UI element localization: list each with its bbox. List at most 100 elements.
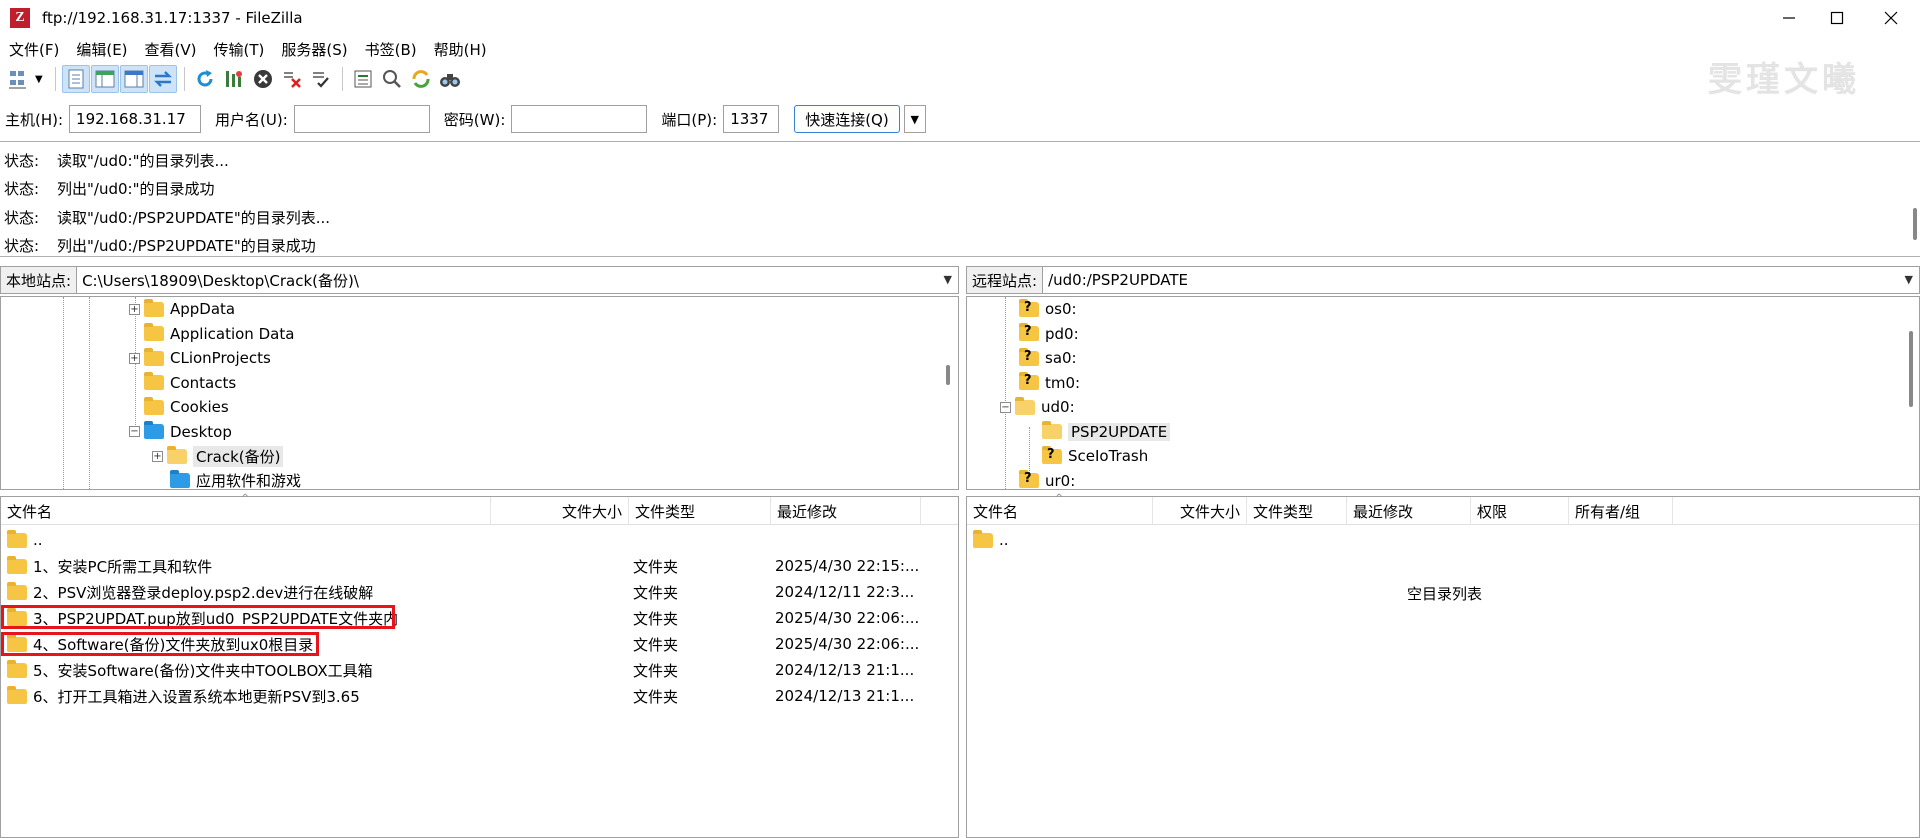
refresh-button[interactable]	[191, 65, 219, 93]
tree-node-label: os0:	[1045, 300, 1077, 318]
folder-icon	[144, 298, 164, 317]
expand-icon[interactable]: +	[129, 352, 140, 364]
remote-directory-tree[interactable]: os0: pd0: sa0: tm0: − ud0: PSP2UPDATE Sc…	[966, 296, 1920, 490]
unknown-folder-icon	[1019, 323, 1039, 341]
remote-file-list[interactable]: 文件名 ^ 文件大小 文件类型 最近修改 权限 所有者/组 .. 空目录列表	[966, 493, 1920, 838]
tree-node-sceiotrash[interactable]: SceIoTrash	[1042, 444, 1148, 468]
tree-node-sa0[interactable]: sa0:	[1019, 346, 1077, 370]
remote-column-filetype[interactable]: 文件类型	[1247, 497, 1347, 525]
reconnect-button[interactable]	[307, 65, 335, 93]
search-remote-button[interactable]	[436, 65, 464, 93]
menu-bar: 文件(F) 编辑(E) 查看(V) 传输(T) 服务器(S) 书签(B) 帮助(…	[0, 36, 1920, 62]
folder-icon	[144, 323, 164, 341]
unknown-folder-icon	[1019, 298, 1039, 317]
collapse-icon[interactable]: −	[1000, 401, 1011, 413]
log-message: 列出"/ud0:"的目录成功	[57, 180, 215, 199]
menu-transfer[interactable]: 传输(T)	[214, 39, 265, 60]
remote-column-filename[interactable]: 文件名 ^	[967, 493, 1153, 525]
local-tree-scrollbar[interactable]	[946, 365, 950, 385]
tree-node-contacts[interactable]: Contacts	[144, 371, 236, 395]
tree-node-application-data[interactable]: Application Data	[144, 322, 294, 346]
list-item[interactable]: ..	[973, 527, 1009, 553]
local-path-combobox[interactable]: C:\Users\18909\Desktop\Crack(备份)\ ▼	[77, 266, 959, 294]
tree-node-appdata[interactable]: + AppData	[129, 297, 235, 321]
list-item[interactable]: 5、安装Software(备份)文件夹中TOOLBOX工具箱 文件夹 2024/…	[7, 657, 925, 683]
close-button[interactable]	[1862, 0, 1920, 36]
port-input[interactable]	[723, 105, 780, 133]
tree-node-os0[interactable]: os0:	[1019, 297, 1077, 321]
local-column-filesize[interactable]: 文件大小	[491, 497, 629, 525]
menu-view[interactable]: 查看(V)	[145, 39, 197, 60]
expand-icon[interactable]: +	[129, 303, 140, 315]
site-manager-dropdown-icon[interactable]: ▼	[35, 74, 43, 85]
disconnect-icon	[283, 72, 301, 88]
folder-open-icon	[167, 445, 187, 464]
collapse-icon[interactable]: −	[129, 426, 140, 437]
folder-open-icon	[1042, 421, 1062, 439]
tree-node-tm0[interactable]: tm0:	[1019, 371, 1080, 395]
tree-node-cookies[interactable]: Cookies	[144, 395, 229, 419]
menu-edit[interactable]: 编辑(E)	[76, 39, 127, 60]
folder-open-icon	[1015, 396, 1035, 415]
local-column-filename[interactable]: 文件名 ^	[1, 493, 491, 525]
site-manager-button[interactable]	[6, 65, 34, 93]
username-input[interactable]	[293, 105, 430, 133]
sync-browsing-button[interactable]	[407, 65, 435, 93]
tree-node-pd0[interactable]: pd0:	[1019, 322, 1079, 346]
chevron-down-icon[interactable]: ▼	[944, 273, 952, 286]
local-column-modified[interactable]: 最近修改	[771, 497, 921, 525]
tree-node-label: SceIoTrash	[1068, 447, 1149, 465]
tree-node-psp2update[interactable]: PSP2UPDATE	[1042, 420, 1171, 444]
host-input[interactable]	[69, 105, 202, 133]
tree-node-ud0[interactable]: − ud0:	[1000, 395, 1075, 419]
toggle-transfer-queue-button[interactable]	[148, 65, 177, 93]
local-directory-tree[interactable]: + AppData Application Data + CLionProjec…	[0, 296, 959, 490]
local-column-filetype[interactable]: 文件类型	[629, 497, 771, 525]
quickconnect-history-dropdown[interactable]: ▼	[903, 105, 926, 133]
list-item[interactable]: 2、PSV浏览器登录deploy.psp2.dev进行在线破解 文件夹 2024…	[7, 579, 925, 605]
title-bar: Z ftp://192.168.31.17:1337 - FileZilla	[0, 0, 1920, 36]
dir-compare-button[interactable]	[378, 65, 406, 93]
folder-icon	[144, 372, 164, 390]
toggle-log-button[interactable]	[61, 65, 90, 93]
toggle-remote-tree-button[interactable]	[119, 65, 148, 93]
list-item[interactable]: 6、打开工具箱进入设置系统本地更新PSV到3.65 文件夹 2024/12/13…	[7, 683, 925, 709]
toggle-local-tree-button[interactable]	[90, 65, 119, 93]
message-log[interactable]: 状态: 读取"/ud0:"的目录列表... 状态: 列出"/ud0:"的目录成功…	[0, 141, 1920, 257]
file-name: 1、安装PC所需工具和软件	[33, 557, 213, 576]
tree-node-ur0[interactable]: ur0:	[1019, 469, 1075, 489]
remote-column-modified[interactable]: 最近修改	[1347, 497, 1471, 525]
remote-column-owner[interactable]: 所有者/组	[1569, 497, 1673, 525]
disconnect-button[interactable]	[278, 65, 306, 93]
tree-node-crack-backup[interactable]: + Crack(备份)	[152, 444, 284, 468]
remote-column-filesize[interactable]: 文件大小	[1153, 497, 1247, 525]
filezilla-window: Z ftp://192.168.31.17:1337 - FileZilla 文…	[0, 0, 1920, 838]
list-item[interactable]: ..	[7, 527, 633, 553]
cancel-operation-button[interactable]	[249, 65, 277, 93]
file-modified: 2024/12/13 21:1...	[775, 687, 915, 705]
menu-bookmarks[interactable]: 书签(B)	[365, 39, 417, 60]
remote-path-combobox[interactable]: /ud0:/PSP2UPDATE ▼	[1043, 266, 1920, 294]
tree-node-desktop[interactable]: − Desktop	[129, 420, 232, 444]
tree-node-clionprojects[interactable]: + CLionProjects	[129, 346, 271, 370]
tree-node-apps-and-games[interactable]: 应用软件和游戏	[170, 469, 301, 489]
file-modified: 2025/4/30 22:15:...	[775, 557, 920, 575]
chevron-down-icon[interactable]: ▼	[1905, 273, 1913, 286]
remote-tree-scrollbar[interactable]	[1909, 331, 1913, 407]
remote-column-permissions[interactable]: 权限	[1471, 497, 1569, 525]
desktop-folder-icon	[144, 421, 164, 439]
list-item[interactable]: 1、安装PC所需工具和软件 文件夹 2025/4/30 22:15:...	[7, 553, 925, 579]
password-input[interactable]	[511, 105, 648, 133]
quickconnect-button[interactable]: 快速连接(Q)	[794, 105, 900, 133]
process-queue-button[interactable]	[220, 65, 248, 93]
expand-icon[interactable]: +	[152, 450, 163, 462]
local-file-list[interactable]: 文件名 ^ 文件大小 文件类型 最近修改 .. 1、安装PC所需工具和软件 文件…	[0, 493, 959, 838]
menu-file[interactable]: 文件(F)	[9, 39, 59, 60]
log-scrollbar[interactable]	[1913, 208, 1917, 240]
sort-ascending-icon: ^	[241, 493, 250, 504]
menu-server[interactable]: 服务器(S)	[281, 39, 347, 60]
empty-directory-message: 空目录列表	[1407, 585, 1483, 603]
directory-filter-button[interactable]	[349, 65, 377, 93]
menu-help[interactable]: 帮助(H)	[434, 39, 487, 60]
maximize-button[interactable]	[1808, 0, 1866, 36]
